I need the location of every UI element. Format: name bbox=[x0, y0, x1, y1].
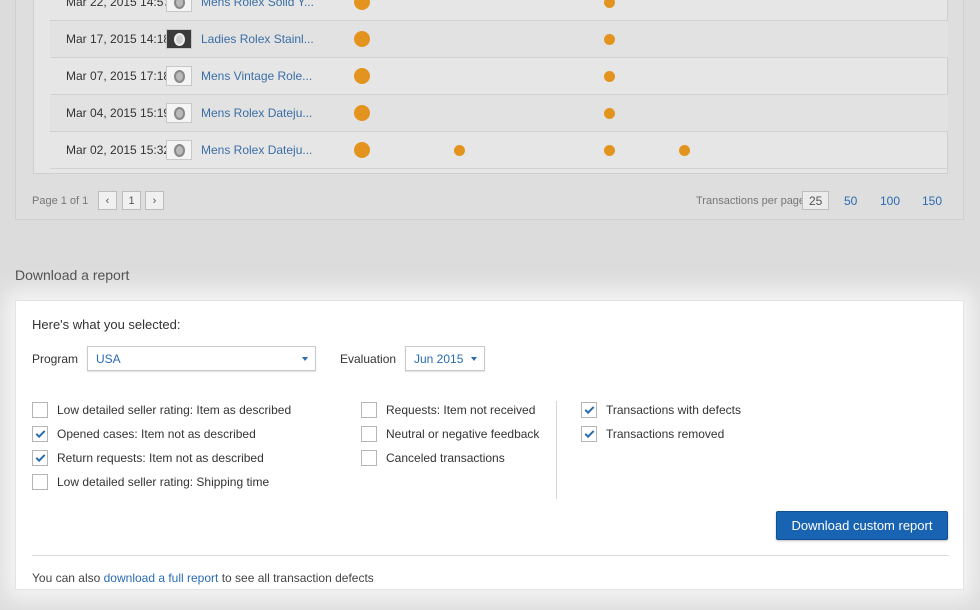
checkmark-icon bbox=[35, 451, 45, 462]
selection-heading: Here's what you selected: bbox=[32, 317, 181, 332]
checkbox-item-not-received[interactable]: Requests: Item not received bbox=[361, 402, 535, 418]
footer-suffix: to see all transaction defects bbox=[221, 571, 374, 585]
chevron-right-icon: › bbox=[152, 194, 157, 207]
checkbox-label: Transactions with defects bbox=[606, 403, 741, 417]
checkbox[interactable] bbox=[32, 450, 48, 466]
footer-note: You can also download a full report to s… bbox=[32, 571, 374, 585]
checkbox-negative-feedback[interactable]: Neutral or negative feedback bbox=[361, 426, 539, 442]
footer-prefix: You can also bbox=[32, 571, 101, 585]
dropdown-arrow-icon bbox=[302, 357, 308, 361]
defect-dot bbox=[604, 0, 615, 8]
prev-page-button[interactable]: ‹ bbox=[98, 191, 117, 210]
defect-dot bbox=[354, 31, 370, 47]
checkbox[interactable] bbox=[32, 402, 48, 418]
evaluation-select[interactable]: Jun 2015 bbox=[405, 346, 485, 371]
item-title-link[interactable]: Mens Vintage Role... bbox=[201, 69, 341, 83]
checkmark-icon bbox=[584, 403, 594, 414]
program-value: USA bbox=[96, 351, 121, 366]
defect-dot bbox=[604, 145, 615, 156]
checkbox-label: Canceled transactions bbox=[386, 451, 505, 465]
checkbox-label: Transactions removed bbox=[606, 427, 725, 441]
table-row[interactable]: Mar 17, 2015 14:18 Ladies Rolex Stainl..… bbox=[50, 21, 948, 58]
transaction-date: Mar 04, 2015 15:19 bbox=[66, 106, 171, 120]
checkbox-label: Requests: Item not received bbox=[386, 403, 536, 417]
checkmark-icon bbox=[35, 427, 45, 438]
per-page-option-100[interactable]: 100 bbox=[880, 192, 900, 211]
chevron-left-icon: ‹ bbox=[105, 194, 110, 207]
item-title-link[interactable]: Mens Rolex Dateju... bbox=[201, 143, 341, 157]
transaction-date: Mar 02, 2015 15:32 bbox=[66, 143, 171, 157]
defect-dot bbox=[454, 145, 465, 156]
checkbox-transactions-with-defects[interactable]: Transactions with defects bbox=[581, 402, 741, 418]
watch-icon bbox=[173, 143, 185, 157]
defect-dot bbox=[604, 34, 615, 45]
checkbox[interactable] bbox=[361, 426, 377, 442]
transactions-table: Mar 22, 2015 14:57 Mens Rolex Solid Y...… bbox=[33, 0, 948, 174]
transaction-date: Mar 22, 2015 14:57 bbox=[66, 0, 171, 9]
per-page-option-50[interactable]: 50 bbox=[844, 192, 857, 211]
checkbox[interactable] bbox=[581, 402, 597, 418]
watch-icon bbox=[173, 0, 185, 9]
checkbox-label: Neutral or negative feedback bbox=[386, 427, 540, 441]
defect-dot bbox=[604, 108, 615, 119]
defect-dot bbox=[354, 0, 370, 10]
section-heading: Download a report bbox=[15, 267, 130, 283]
item-title-link[interactable]: Mens Rolex Solid Y... bbox=[201, 0, 341, 9]
checkbox[interactable] bbox=[361, 402, 377, 418]
report-card: Here's what you selected: Program USA Ev… bbox=[15, 300, 964, 590]
checkbox-return-requests[interactable]: Return requests: Item not as described bbox=[32, 450, 264, 466]
defect-dot bbox=[354, 105, 370, 121]
checkmark-icon bbox=[584, 427, 594, 438]
watch-icon bbox=[173, 106, 185, 120]
transactions-panel: Mar 22, 2015 14:57 Mens Rolex Solid Y...… bbox=[15, 0, 964, 220]
item-thumbnail[interactable] bbox=[166, 140, 192, 160]
per-page-option-150[interactable]: 150 bbox=[922, 192, 942, 211]
next-page-button[interactable]: › bbox=[145, 191, 164, 210]
watch-icon bbox=[173, 32, 185, 46]
item-title-link[interactable]: Mens Rolex Dateju... bbox=[201, 106, 341, 120]
current-page-button[interactable]: 1 bbox=[122, 191, 141, 210]
checkbox-opened-cases[interactable]: Opened cases: Item not as described bbox=[32, 426, 256, 442]
item-thumbnail[interactable] bbox=[166, 103, 192, 123]
program-label: Program bbox=[32, 352, 79, 366]
per-page-label: Transactions per page bbox=[696, 195, 806, 207]
item-thumbnail[interactable] bbox=[166, 29, 192, 49]
footer-divider bbox=[32, 555, 949, 556]
evaluation-label: Evaluation bbox=[340, 352, 397, 366]
download-custom-report-button[interactable]: Download custom report bbox=[776, 511, 948, 540]
page-indicator: Page 1 of 1 bbox=[32, 195, 89, 207]
checkbox-label: Low detailed seller rating: Item as desc… bbox=[57, 403, 292, 417]
item-title-link[interactable]: Ladies Rolex Stainl... bbox=[201, 32, 341, 46]
table-row[interactable]: Mar 04, 2015 15:19 Mens Rolex Dateju... bbox=[50, 95, 948, 132]
checkbox-low-dsr-item-described[interactable]: Low detailed seller rating: Item as desc… bbox=[32, 402, 291, 418]
table-row[interactable]: Mar 07, 2015 17:18 Mens Vintage Role... bbox=[50, 58, 948, 95]
checkbox-label: Return requests: Item not as described bbox=[57, 451, 264, 465]
defect-dot bbox=[354, 142, 370, 158]
checkbox[interactable] bbox=[32, 426, 48, 442]
item-thumbnail[interactable] bbox=[166, 0, 192, 12]
evaluation-value: Jun 2015 bbox=[414, 351, 464, 366]
program-select[interactable]: USA bbox=[87, 346, 316, 371]
transaction-date: Mar 07, 2015 17:18 bbox=[66, 69, 171, 83]
checkbox-canceled-transactions[interactable]: Canceled transactions bbox=[361, 450, 505, 466]
transaction-date: Mar 17, 2015 14:18 bbox=[66, 32, 171, 46]
per-page-option-25[interactable]: 25 bbox=[802, 191, 830, 210]
checkbox[interactable] bbox=[581, 426, 597, 442]
dropdown-arrow-icon bbox=[471, 357, 477, 361]
column-divider bbox=[556, 401, 557, 499]
defect-dot bbox=[354, 68, 370, 84]
table-row[interactable]: Mar 02, 2015 15:32 Mens Rolex Dateju... bbox=[50, 132, 948, 169]
table-row[interactable]: Mar 22, 2015 14:57 Mens Rolex Solid Y... bbox=[50, 0, 948, 21]
checkbox-label: Opened cases: Item not as described bbox=[57, 427, 256, 441]
full-report-link[interactable]: download a full report bbox=[104, 571, 219, 585]
item-thumbnail[interactable] bbox=[166, 66, 192, 86]
checkbox[interactable] bbox=[361, 450, 377, 466]
checkbox-transactions-removed[interactable]: Transactions removed bbox=[581, 426, 724, 442]
defect-dot bbox=[604, 71, 615, 82]
checkbox-low-dsr-shipping[interactable]: Low detailed seller rating: Shipping tim… bbox=[32, 474, 269, 490]
checkbox[interactable] bbox=[32, 474, 48, 490]
defect-dot bbox=[679, 145, 690, 156]
checkbox-label: Low detailed seller rating: Shipping tim… bbox=[57, 475, 270, 489]
watch-icon bbox=[173, 69, 185, 83]
